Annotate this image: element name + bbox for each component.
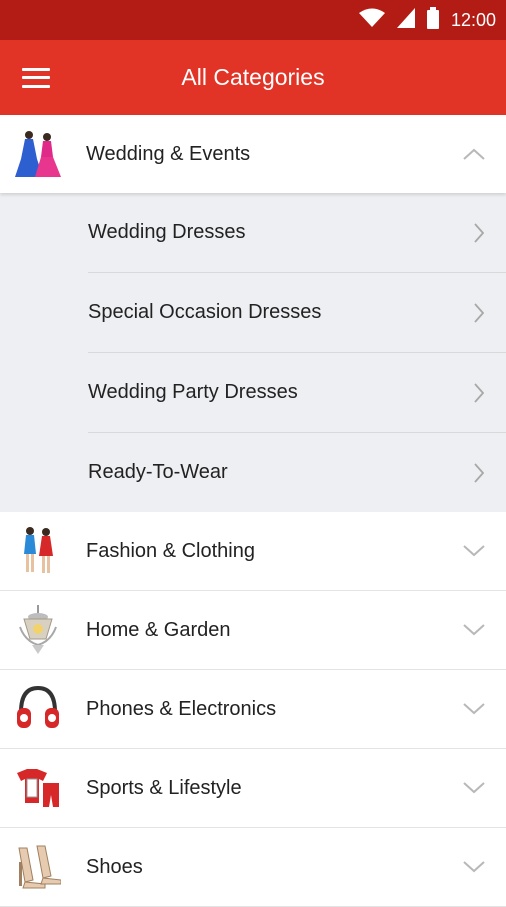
wifi-icon xyxy=(358,8,385,33)
category-label: Sports & Lifestyle xyxy=(86,776,242,799)
category-wedding-events[interactable]: Wedding & Events xyxy=(0,115,506,193)
page-title: All Categories xyxy=(181,64,325,90)
shoes-icon xyxy=(15,842,61,892)
category-label: Fashion & Clothing xyxy=(86,539,255,562)
battery-icon xyxy=(426,6,439,34)
category-shoes[interactable]: Shoes xyxy=(0,828,506,907)
chevron-right-icon xyxy=(464,382,494,403)
chevron-down-icon xyxy=(454,703,494,715)
category-list: Wedding & Events Wedding Dresses Special… xyxy=(0,115,506,907)
menu-button[interactable] xyxy=(0,40,72,115)
subcategory-label: Special Occasion Dresses xyxy=(88,301,322,323)
fashion-icon xyxy=(15,526,61,576)
category-label: Home & Garden xyxy=(86,618,231,641)
chevron-down-icon xyxy=(454,545,494,557)
subcategory-list: Wedding Dresses Special Occasion Dresses… xyxy=(0,193,506,512)
subcategory-item-special-occasion-dresses[interactable]: Special Occasion Dresses xyxy=(88,273,506,353)
category-label: Wedding & Events xyxy=(86,142,251,165)
chevron-right-icon xyxy=(464,222,494,243)
chandelier-icon xyxy=(15,605,61,655)
category-fashion-clothing[interactable]: Fashion & Clothing xyxy=(0,512,506,591)
category-phones-electronics[interactable]: Phones & Electronics xyxy=(0,670,506,749)
chevron-right-icon xyxy=(464,302,494,323)
status-icons: 12:00 xyxy=(358,6,496,34)
status-time: 12:00 xyxy=(450,9,496,30)
chevron-down-icon xyxy=(454,782,494,794)
subcategory-label: Wedding Party Dresses xyxy=(88,381,298,403)
subcategory-label: Wedding Dresses xyxy=(88,221,246,243)
sportswear-icon xyxy=(15,763,61,813)
chevron-right-icon xyxy=(464,462,494,483)
category-label: Shoes xyxy=(86,855,143,878)
category-home-garden[interactable]: Home & Garden xyxy=(0,591,506,670)
signal-icon xyxy=(396,7,415,33)
status-bar: 12:00 xyxy=(0,0,506,40)
subcategory-label: Ready-To-Wear xyxy=(88,461,228,483)
category-sports-lifestyle[interactable]: Sports & Lifestyle xyxy=(0,749,506,828)
hamburger-icon xyxy=(22,67,50,88)
chevron-up-icon xyxy=(454,148,494,160)
subcategory-item-wedding-dresses[interactable]: Wedding Dresses xyxy=(88,193,506,273)
headphones-icon xyxy=(15,684,61,734)
app-bar: All Categories xyxy=(0,40,506,115)
chevron-down-icon xyxy=(454,624,494,636)
subcategory-item-ready-to-wear[interactable]: Ready-To-Wear xyxy=(88,433,506,512)
category-label: Phones & Electronics xyxy=(86,697,277,720)
chevron-down-icon xyxy=(454,861,494,873)
subcategory-item-wedding-party-dresses[interactable]: Wedding Party Dresses xyxy=(88,353,506,433)
wedding-icon xyxy=(15,129,61,179)
